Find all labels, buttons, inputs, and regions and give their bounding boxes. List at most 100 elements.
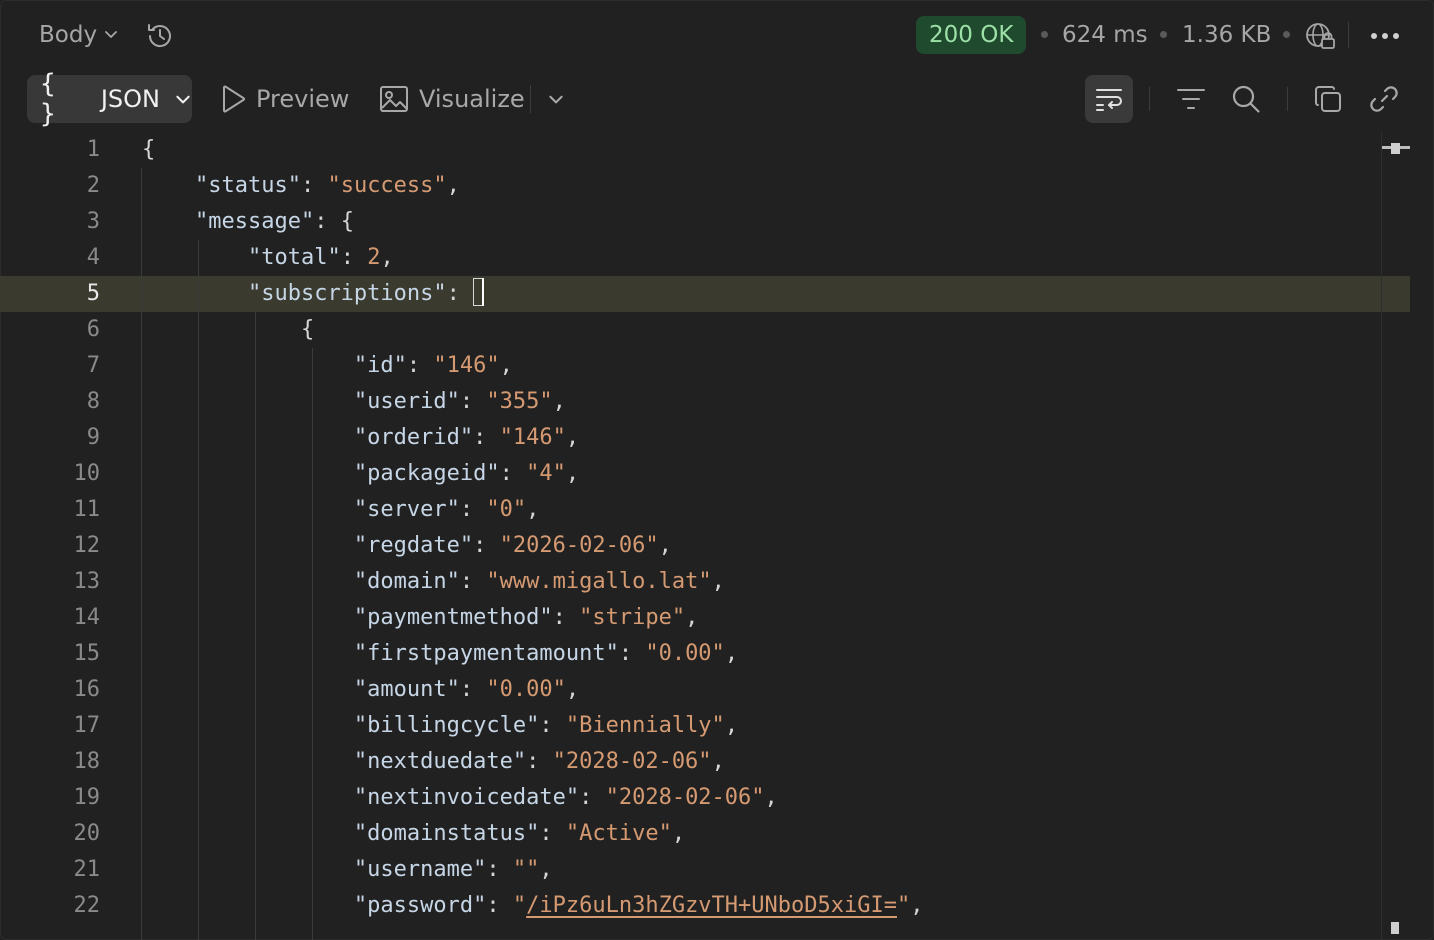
code-text[interactable]: "billingcycle": "Biennially",: [142, 708, 738, 744]
code-line[interactable]: 11 "server": "0",: [0, 492, 1410, 528]
line-number: 8: [86, 389, 100, 414]
code-text[interactable]: "status": "success",: [142, 168, 460, 204]
line-number: 5: [86, 281, 100, 306]
code-text[interactable]: "orderid": "146",: [142, 420, 579, 456]
braces-icon: { }: [40, 69, 58, 129]
code-text[interactable]: "domainstatus": "Active",: [142, 816, 685, 852]
code-line[interactable]: 5 "subscriptions":: [0, 276, 1410, 312]
line-number: 17: [73, 713, 101, 738]
indent-guide: [255, 312, 256, 940]
globe-lock-icon[interactable]: [1302, 18, 1338, 54]
history-icon[interactable]: [142, 18, 178, 54]
separator-dot: [1041, 31, 1048, 38]
scrollbar-track[interactable]: [1381, 132, 1382, 940]
line-number: 6: [86, 317, 100, 342]
code-text[interactable]: "paymentmethod": "stripe",: [142, 600, 698, 636]
word-wrap-icon[interactable]: [1085, 75, 1133, 123]
code-line[interactable]: 6 {: [0, 312, 1410, 348]
code-line[interactable]: 9 "orderid": "146",: [0, 420, 1410, 456]
scroll-marker: [1391, 922, 1399, 934]
separator-dot: [1160, 31, 1167, 38]
status-badge[interactable]: 200 OK: [916, 16, 1027, 54]
line-number: 18: [73, 749, 101, 774]
line-number: 2: [86, 173, 100, 198]
code-line[interactable]: 8 "userid": "355",: [0, 384, 1410, 420]
chevron-down-icon: [547, 90, 565, 108]
code-line[interactable]: 13 "domain": "www.migallo.lat",: [0, 564, 1410, 600]
code-line[interactable]: 20 "domainstatus": "Active",: [0, 816, 1410, 852]
code-text[interactable]: "password": "/iPz6uLn3hZGzvTH+UNboD5xiGI…: [142, 888, 924, 924]
body-label: Body: [39, 22, 98, 48]
code-text[interactable]: "message": {: [142, 204, 354, 240]
response-size[interactable]: 1.36 KB: [1182, 18, 1271, 52]
chevron-down-icon: [174, 90, 192, 108]
line-number: 19: [73, 785, 101, 810]
visualize-options-button[interactable]: [536, 78, 576, 120]
code-text[interactable]: "total": 2,: [142, 240, 394, 276]
divider: [530, 85, 531, 113]
link-icon[interactable]: [1364, 78, 1404, 120]
code-line[interactable]: 7 "id": "146",: [0, 348, 1410, 384]
preview-button[interactable]: Preview: [220, 78, 349, 120]
code-line[interactable]: 18 "nextduedate": "2028-02-06",: [0, 744, 1410, 780]
indent-guide: [198, 240, 199, 940]
code-line[interactable]: 14 "paymentmethod": "stripe",: [0, 600, 1410, 636]
more-icon[interactable]: [1366, 18, 1404, 54]
code-line[interactable]: 3 "message": {: [0, 204, 1410, 240]
line-number: 13: [73, 569, 101, 594]
visualize-label: Visualize: [419, 85, 525, 113]
line-number: 11: [73, 497, 101, 522]
code-line[interactable]: 4 "total": 2,: [0, 240, 1410, 276]
line-number: 22: [73, 893, 101, 918]
divider: [1149, 87, 1150, 111]
code-text[interactable]: {: [142, 312, 314, 348]
code-text[interactable]: "server": "0",: [142, 492, 539, 528]
line-number: 3: [86, 209, 100, 234]
line-number: 16: [73, 677, 101, 702]
indent-guide: [141, 168, 142, 940]
code-text[interactable]: "subscriptions":: [142, 276, 485, 312]
chevron-down-icon: [103, 22, 119, 48]
code-text[interactable]: "amount": "0.00",: [142, 672, 579, 708]
json-editor[interactable]: 1{2 "status": "success", 3 "message": {4 …: [0, 132, 1434, 940]
code-text[interactable]: "firstpaymentamount": "0.00",: [142, 636, 738, 672]
body-dropdown[interactable]: Body: [39, 18, 119, 52]
code-text[interactable]: "nextduedate": "2028-02-06",: [142, 744, 725, 780]
line-number: 12: [73, 533, 101, 558]
code-text[interactable]: {: [142, 132, 155, 168]
code-text[interactable]: "userid": "355",: [142, 384, 566, 420]
code-line[interactable]: 21 "username": "",: [0, 852, 1410, 888]
code-line[interactable]: 10 "packageid": "4",: [0, 456, 1410, 492]
code-text[interactable]: "domain": "www.migallo.lat",: [142, 564, 725, 600]
code-line[interactable]: 15 "firstpaymentamount": "0.00",: [0, 636, 1410, 672]
copy-icon[interactable]: [1308, 78, 1348, 120]
code-text[interactable]: "nextinvoicedate": "2028-02-06",: [142, 780, 778, 816]
code-line[interactable]: 1{: [0, 132, 1410, 168]
code-line[interactable]: 2 "status": "success",: [0, 168, 1410, 204]
line-number: 21: [73, 857, 101, 882]
code-line[interactable]: 12 "regdate": "2026-02-06",: [0, 528, 1410, 564]
visualize-button[interactable]: Visualize: [379, 78, 525, 120]
code-line[interactable]: 17 "billingcycle": "Biennially",: [0, 708, 1410, 744]
scroll-thumb[interactable]: [1391, 143, 1400, 154]
line-number: 14: [73, 605, 101, 630]
line-number: 1: [86, 137, 100, 162]
code-line[interactable]: 16 "amount": "0.00",: [0, 672, 1410, 708]
line-number: 7: [86, 353, 100, 378]
bracket-cursor: [473, 278, 485, 306]
search-icon[interactable]: [1226, 78, 1266, 120]
line-number: 4: [86, 245, 100, 270]
json-label: JSON: [100, 85, 160, 113]
json-format-button[interactable]: { } JSON: [27, 69, 192, 129]
line-number: 10: [73, 461, 101, 486]
code-line[interactable]: 22 "password": "/iPz6uLn3hZGzvTH+UNboD5x…: [0, 888, 1410, 924]
response-time[interactable]: 624 ms: [1062, 18, 1148, 52]
play-icon: [220, 84, 246, 114]
line-number: 20: [73, 821, 101, 846]
code-text[interactable]: "regdate": "2026-02-06",: [142, 528, 672, 564]
code-text[interactable]: "username": "",: [142, 852, 553, 888]
code-text[interactable]: "packageid": "4",: [142, 456, 579, 492]
separator-dot: [1283, 31, 1290, 38]
code-line[interactable]: 19 "nextinvoicedate": "2028-02-06",: [0, 780, 1410, 816]
filter-icon[interactable]: [1171, 78, 1211, 120]
